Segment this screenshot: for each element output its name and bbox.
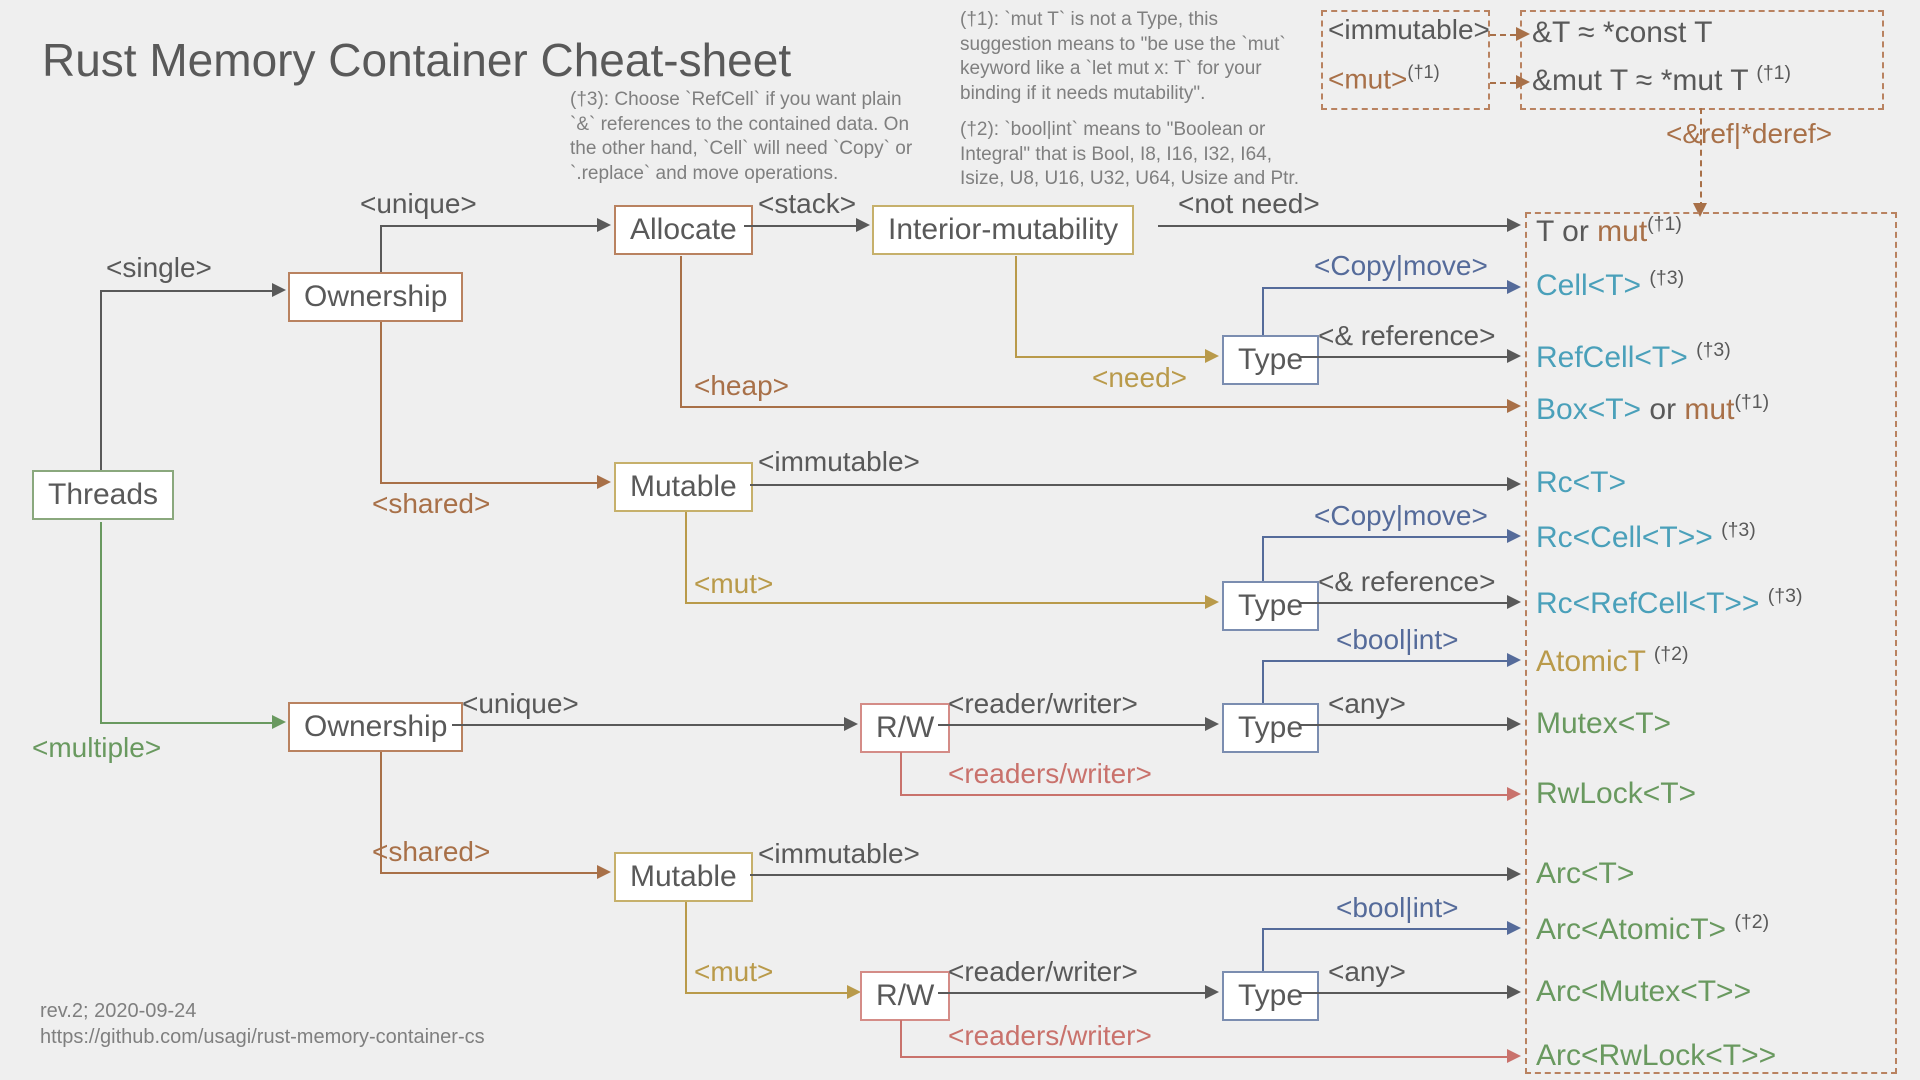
leaf-cell: Cell<T> (†3)	[1536, 267, 1684, 303]
notneed-tag: <not need>	[1178, 188, 1320, 220]
single-tag: <single>	[106, 252, 212, 284]
leaf-rc-cell: Rc<Cell<T>> (†3)	[1536, 519, 1756, 555]
copymove-tag-2: <Copy|move>	[1314, 500, 1488, 532]
unique-tag-1: <unique>	[360, 188, 477, 220]
any-tag-2: <any>	[1328, 956, 1406, 988]
leaf-arc-atomic: Arc<AtomicT> (†2)	[1536, 911, 1769, 947]
need-tag: <need>	[1092, 362, 1187, 394]
mut-tag-2: <mut>	[694, 956, 773, 988]
mutable-node-2: Mutable	[614, 852, 753, 902]
boolint-tag-1: <bool|int>	[1336, 624, 1459, 656]
interior-mutability-node: Interior-mutability	[872, 205, 1134, 255]
leaf-arc-rwlock: Arc<RwLock<T>>	[1536, 1039, 1776, 1073]
ampref-tag-2: <& reference>	[1318, 566, 1495, 598]
leaf-rc: Rc<T>	[1536, 466, 1626, 500]
shared-tag-2: <shared>	[372, 836, 490, 868]
rw-tag-2: <reader/writer>	[948, 956, 1138, 988]
leaf-rc-refcell: Rc<RefCell<T>> (†3)	[1536, 585, 1802, 621]
top-mut-tag: <mut>(†1)	[1328, 62, 1440, 95]
ownership-node-1: Ownership	[288, 272, 463, 322]
leaf-arc-mutex: Arc<Mutex<T>>	[1536, 975, 1751, 1009]
leaf-mutex: Mutex<T>	[1536, 707, 1671, 741]
rws-tag-1: <readers/writer>	[948, 758, 1152, 790]
diagram-canvas: Rust Memory Container Cheat-sheet (†3): …	[0, 0, 1920, 1080]
type-node-2: Type	[1222, 581, 1319, 631]
type-node-1: Type	[1222, 335, 1319, 385]
ownership-node-2: Ownership	[288, 702, 463, 752]
footnote-3: (†3): Choose `RefCell` if you want plain…	[570, 88, 930, 187]
leaf-atomic: AtomicT (†2)	[1536, 643, 1689, 679]
revision-line: rev.2; 2020-09-24	[40, 1000, 196, 1023]
shared-tag-1: <shared>	[372, 488, 490, 520]
footnote-2: (†2): `bool|int` means to "Boolean or In…	[960, 118, 1300, 192]
leaf-arc: Arc<T>	[1536, 857, 1634, 891]
rws-tag-2: <readers/writer>	[948, 1020, 1152, 1052]
leaf-refcell: RefCell<T> (†3)	[1536, 339, 1731, 375]
copymove-tag-1: <Copy|move>	[1314, 250, 1488, 282]
allocate-node: Allocate	[614, 205, 753, 255]
immutable-tag-1: <immutable>	[758, 446, 920, 478]
ref-deref-tag: <&ref|*deref>	[1666, 118, 1832, 150]
immutable-tag-2: <immutable>	[758, 838, 920, 870]
leaf-rwlock: RwLock<T>	[1536, 777, 1696, 811]
mut-tag-1: <mut>	[694, 568, 773, 600]
leaf-box: Box<T> or mut(†1)	[1536, 391, 1769, 427]
ref-const: &T ≈ *const T	[1532, 16, 1712, 50]
multiple-tag: <multiple>	[32, 732, 161, 764]
repo-url: https://github.com/usagi/rust-memory-con…	[40, 1026, 485, 1049]
rw-node-2: R/W	[860, 971, 950, 1021]
type-node-3: Type	[1222, 703, 1319, 753]
mutable-node-1: Mutable	[614, 462, 753, 512]
heap-tag: <heap>	[694, 370, 789, 402]
type-node-4: Type	[1222, 971, 1319, 1021]
ampref-tag-1: <& reference>	[1318, 320, 1495, 352]
rw-node-1: R/W	[860, 703, 950, 753]
unique-tag-2: <unique>	[462, 688, 579, 720]
boolint-tag-2: <bool|int>	[1336, 892, 1459, 924]
leaf-t-or-mut: T or mut(†1)	[1536, 213, 1682, 249]
threads-node: Threads	[32, 470, 174, 520]
page-title: Rust Memory Container Cheat-sheet	[42, 33, 791, 87]
footnote-1: (†1): `mut T` is not a Type, this sugges…	[960, 8, 1290, 107]
top-immutable-tag: <immutable>	[1328, 14, 1490, 46]
rw-tag-1: <reader/writer>	[948, 688, 1138, 720]
stack-tag: <stack>	[758, 188, 856, 220]
ref-mut: &mut T ≈ *mut T (†1)	[1532, 62, 1791, 98]
any-tag-1: <any>	[1328, 688, 1406, 720]
